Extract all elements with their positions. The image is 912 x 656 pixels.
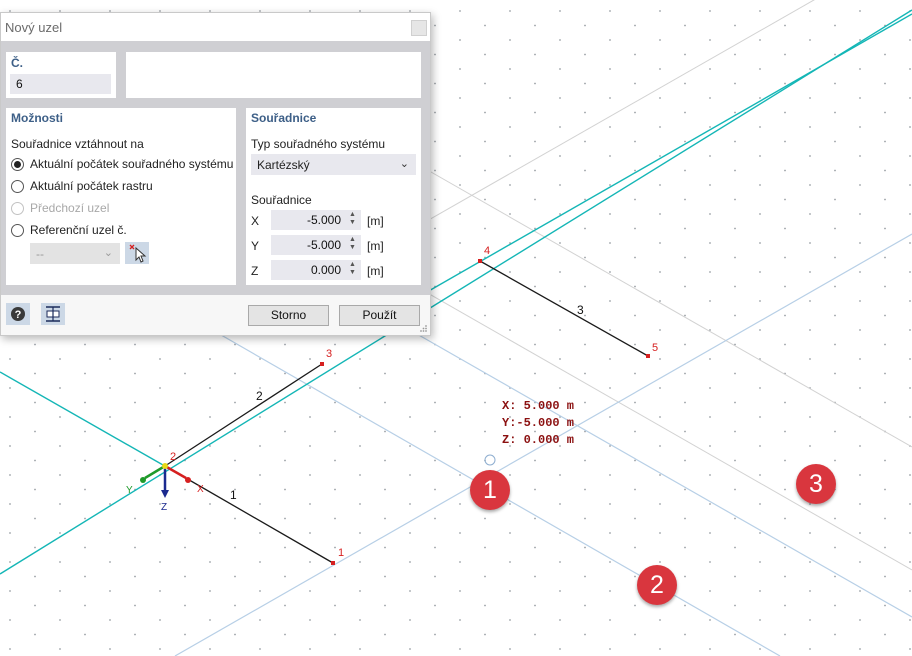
- chevron-down-icon: ⌄: [103, 247, 113, 259]
- coordinate-system-select[interactable]: Kartézský ⌄: [251, 154, 416, 175]
- y-axis-label: Y: [251, 239, 260, 253]
- node-number-input[interactable]: [10, 74, 111, 94]
- axis-x-label: X: [197, 484, 204, 495]
- spinner-icon[interactable]: ▲ ▼: [348, 211, 357, 227]
- number-label: Č.: [11, 56, 23, 70]
- reference-node-value: --: [36, 247, 44, 261]
- readout-x: X: 5.000 m: [502, 399, 575, 413]
- coordinates-panel: Souřadnice Typ souřadného systému Kartéz…: [246, 108, 421, 285]
- x-coordinate-input[interactable]: -5.000 ▲ ▼: [271, 210, 361, 230]
- dialog-body: Č. Možnosti Souřadnice vztáhnout na Aktu…: [1, 41, 430, 295]
- option-grid-origin-label[interactable]: Aktuální počátek rastru: [30, 179, 153, 193]
- z-value: 0.000: [310, 263, 341, 277]
- node-label-5: 5: [652, 342, 658, 354]
- resize-grip-icon[interactable]: [419, 324, 428, 333]
- axis-y-label: Y: [126, 485, 133, 496]
- node-4: [478, 259, 482, 263]
- readout-y: Y:-5.000 m: [502, 416, 575, 430]
- node-label-4: 4: [484, 245, 490, 257]
- chevron-down-icon: ⌄: [399, 158, 409, 170]
- coordinate-system-value: Kartézský: [257, 158, 310, 172]
- node-3: [320, 362, 324, 366]
- y-value: -5.000: [306, 238, 341, 252]
- radio-current-origin[interactable]: [11, 158, 24, 171]
- member-label-3: 3: [577, 303, 584, 317]
- coordinates-label: Souřadnice: [251, 193, 312, 207]
- z-coordinate-input[interactable]: 0.000 ▲ ▼: [271, 260, 361, 280]
- node-label-3: 3: [326, 348, 332, 360]
- svg-text:?: ?: [15, 309, 22, 321]
- coordinate-system-label: Typ souřadného systému: [251, 137, 386, 151]
- radio-previous-node: [11, 202, 24, 215]
- dialog-title: Nový uzel: [5, 20, 63, 35]
- node-label-2: 2: [170, 451, 176, 463]
- pick-node-button[interactable]: [125, 242, 149, 264]
- options-title: Možnosti: [11, 111, 63, 125]
- pick-position-button[interactable]: [41, 303, 65, 325]
- comment-panel[interactable]: [126, 52, 421, 98]
- node-label-1: 1: [338, 547, 344, 559]
- pick-position-icon: [46, 306, 60, 322]
- reference-node-select: -- ⌄: [30, 243, 120, 264]
- member-label-2: 2: [256, 389, 263, 403]
- radio-grid-origin[interactable]: [11, 180, 24, 193]
- dialog-footer: ? Storno Použít: [1, 295, 430, 335]
- x-unit: [m]: [367, 214, 384, 228]
- x-value: -5.000: [306, 213, 341, 227]
- help-icon: ?: [11, 307, 25, 321]
- pick-cursor-icon: [129, 244, 147, 263]
- new-node-dialog: Nový uzel Č. Možnosti Souřadnice vztáhno…: [0, 12, 431, 336]
- option-current-origin-label[interactable]: Aktuální počátek souřadného systému: [30, 157, 233, 171]
- x-axis-label: X: [251, 214, 260, 228]
- y-coordinate-input[interactable]: -5.000 ▲ ▼: [271, 235, 361, 255]
- close-button[interactable]: [411, 20, 427, 36]
- y-unit: [m]: [367, 239, 384, 253]
- radio-reference-node[interactable]: [11, 224, 24, 237]
- node-1: [331, 561, 335, 565]
- coordinates-title: Souřadnice: [251, 111, 317, 125]
- number-panel: Č.: [6, 52, 116, 98]
- relate-to-label: Souřadnice vztáhnout na: [11, 137, 144, 151]
- option-previous-node-label: Předchozí uzel: [30, 201, 110, 215]
- callout-badge-1: 1: [470, 470, 510, 510]
- node-5: [646, 354, 650, 358]
- member-label-1: 1: [230, 488, 237, 502]
- callout-badge-2: 2: [637, 565, 677, 605]
- spinner-icon[interactable]: ▲ ▼: [348, 261, 357, 277]
- options-panel: Možnosti Souřadnice vztáhnout na Aktuáln…: [6, 108, 236, 285]
- axis-z-label: Z: [161, 502, 167, 513]
- dialog-titlebar[interactable]: Nový uzel: [1, 13, 430, 41]
- help-button[interactable]: ?: [6, 303, 30, 325]
- cancel-button[interactable]: Storno: [248, 305, 329, 326]
- option-reference-node-label[interactable]: Referenční uzel č.: [30, 223, 127, 237]
- callout-badge-3: 3: [796, 464, 836, 504]
- z-axis-label: Z: [251, 264, 259, 278]
- z-unit: [m]: [367, 264, 384, 278]
- apply-button[interactable]: Použít: [339, 305, 420, 326]
- cursor-coordinate-readout: X: 5.000 m Y:-5.000 m Z: 0.000 m: [502, 398, 574, 449]
- spinner-icon[interactable]: ▲ ▼: [348, 236, 357, 252]
- readout-z: Z: 0.000 m: [502, 433, 575, 447]
